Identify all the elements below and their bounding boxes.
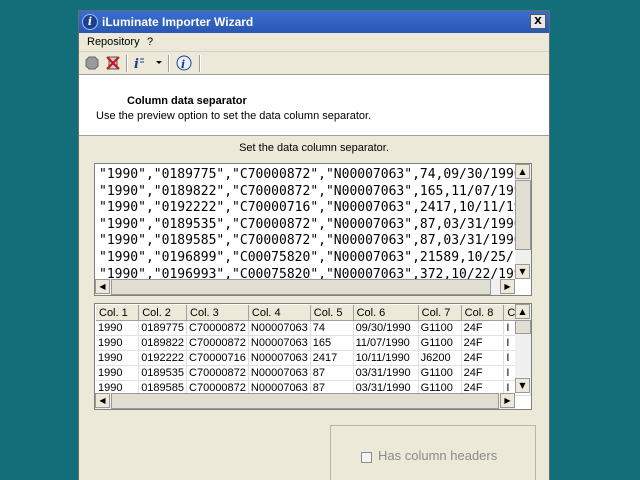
arrow-right-icon[interactable]: ▶ [500,393,515,408]
table-cell: 10/11/1990 [353,350,419,366]
table-cell: N00007063 [248,320,311,336]
column-header[interactable]: Col. 5 [310,305,354,321]
menu-bar: Repository ? [79,33,549,51]
info-dropdown-icon[interactable]: i [133,56,151,70]
table-cell: 0189535 [138,365,188,381]
table-cell: N00007063 [248,365,311,381]
preview-vertical-scrollbar[interactable]: ▲ ▼ [515,164,531,279]
info-icon[interactable]: i [176,55,192,71]
table-cell: 87 [310,365,354,381]
wizard-header: Column data separator Use the preview op… [79,75,549,136]
arrow-up-icon[interactable]: ▲ [515,304,530,319]
chevron-down-icon[interactable] [156,61,162,65]
toolbar-separator [199,55,201,72]
table-cell: 11/07/1990 [353,335,419,351]
preview-lines: "1990","0189775","C70000872","N00007063"… [99,167,515,283]
table-cell: N00007063 [248,335,311,351]
stop-icon[interactable] [85,56,99,70]
scroll-thumb[interactable] [515,320,531,334]
column-header[interactable]: Col. 1 [96,305,140,321]
arrow-left-icon[interactable]: ◀ [95,279,110,294]
table-cell: C70000872 [186,365,249,381]
toolbar: i i [79,51,549,75]
column-header[interactable]: Col. 4 [248,305,311,321]
table-cell: 1990 [96,350,140,366]
table-row[interactable]: 1990 0192222 C70000716 N00007063 2417 10… [96,350,531,366]
app-logo-icon: i [82,14,98,30]
table-row[interactable]: 1990 0189535 C70000872 N00007063 87 03/3… [96,365,531,381]
has-column-headers-label: Has column headers [378,448,498,463]
table-cell: C70000716 [186,350,249,366]
arrow-down-icon[interactable]: ▼ [515,264,530,279]
table-cell: G1100 [418,365,462,381]
svg-text:i: i [134,57,139,70]
parsed-columns-grid[interactable]: Col. 1 Col. 2 Col. 3 Col. 4 Col. 5 Col. … [94,303,532,410]
table-cell: 0192222 [138,350,188,366]
page-subtitle: Use the preview option to set the data c… [96,110,372,122]
column-header[interactable]: Col. 8 [461,305,505,321]
preview-line: "1990","0192222","C70000716","N00007063"… [99,200,515,216]
close-button[interactable]: X [530,14,546,29]
disconnect-icon[interactable] [106,56,120,70]
grid-vertical-scrollbar[interactable]: ▲ ▼ [515,304,531,393]
raw-data-preview[interactable]: "1990","0189775","C70000872","N00007063"… [94,163,532,296]
table-row[interactable]: 1990 0189775 C70000872 N00007063 74 09/3… [96,320,531,336]
column-header[interactable]: Col. 3 [186,305,249,321]
table-cell: 2417 [310,350,354,366]
preview-horizontal-scrollbar[interactable]: ◀ ▶ [95,279,515,295]
options-group: Has column headers [330,425,536,480]
arrow-right-icon[interactable]: ▶ [500,279,515,294]
table-cell: G1100 [418,335,462,351]
table-cell: 1990 [96,320,140,336]
scroll-thumb[interactable] [515,180,531,250]
preview-line: "1990","0189822","C70000872","N00007063"… [99,183,515,199]
table-cell: N00007063 [248,350,311,366]
column-header[interactable]: Col. 6 [353,305,419,321]
preview-line: "1990","0189535","C70000872","N00007063"… [99,216,515,232]
table-cell: 0189775 [138,320,188,336]
table-cell: 03/31/1990 [353,365,419,381]
table-cell: 0189822 [138,335,188,351]
arrow-up-icon[interactable]: ▲ [515,164,530,179]
toolbar-separator [126,55,128,72]
table-cell: 09/30/1990 [353,320,419,336]
table-row[interactable]: 1990 0189822 C70000872 N00007063 165 11/… [96,335,531,351]
table-cell: 74 [310,320,354,336]
table-cell: 1990 [96,335,140,351]
table-cell: J6200 [418,350,462,366]
table-cell: 24F [461,350,505,366]
title-bar[interactable]: i iLuminate Importer Wizard X [79,11,549,33]
instruction-text: Set the data column separator. [239,142,389,154]
preview-line: "1990","0196899","C00075820","N00007063"… [99,249,515,265]
table-cell: 24F [461,320,505,336]
table-cell: 165 [310,335,354,351]
columns-table: Col. 1 Col. 2 Col. 3 Col. 4 Col. 5 Col. … [96,305,531,396]
toolbar-separator [168,55,170,72]
column-header[interactable]: Col. 2 [138,305,188,321]
preview-line: "1990","0189775","C70000872","N00007063"… [99,167,515,182]
preview-line: "1990","0189585","C70000872","N00007063"… [99,233,515,249]
table-header-row: Col. 1 Col. 2 Col. 3 Col. 4 Col. 5 Col. … [96,305,531,321]
importer-wizard-window: i iLuminate Importer Wizard X Repository… [78,10,550,480]
window-title: iLuminate Importer Wizard [102,15,254,29]
menu-repository[interactable]: Repository [87,36,140,48]
table-cell: G1100 [418,320,462,336]
table-cell: C70000872 [186,320,249,336]
scroll-thumb[interactable] [111,393,499,409]
page-title: Column data separator [127,95,247,107]
grid-horizontal-scrollbar[interactable]: ◀ ▶ [95,393,515,409]
menu-help[interactable]: ? [147,36,153,48]
arrow-left-icon[interactable]: ◀ [95,393,110,408]
svg-text:i: i [181,58,185,71]
arrow-down-icon[interactable]: ▼ [515,378,530,393]
table-cell: 24F [461,335,505,351]
has-column-headers-checkbox[interactable] [361,452,372,463]
column-header[interactable]: Col. 7 [418,305,462,321]
table-cell: C70000872 [186,335,249,351]
scroll-thumb[interactable] [111,279,491,295]
table-cell: 1990 [96,365,140,381]
table-cell: 24F [461,365,505,381]
